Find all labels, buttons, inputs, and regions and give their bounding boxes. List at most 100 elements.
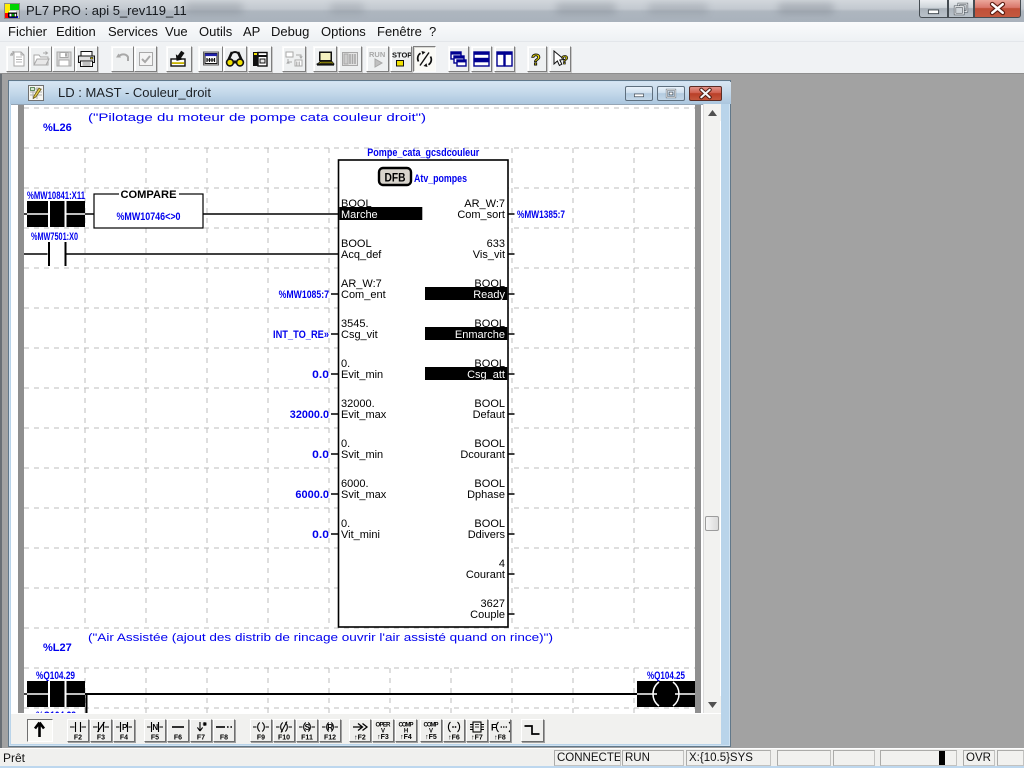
titlebar-blur-artifact <box>778 3 834 14</box>
scroll-down-button[interactable] <box>704 696 721 713</box>
menu-ap[interactable]: AP <box>243 24 260 39</box>
pin-name: Ready <box>473 289 505 301</box>
child-restore-button[interactable] <box>657 86 685 101</box>
palette-vline-button[interactable]: F7 <box>190 719 212 742</box>
toolbar-confirm-edit-button[interactable] <box>166 46 192 72</box>
status-bar: Prêt CONNECTERUNX:{10.5}SYSOVR <box>0 748 1024 766</box>
minimize-button[interactable] <box>919 0 948 18</box>
toolbar-tile-horizontal-button[interactable] <box>471 46 492 72</box>
maximize-button[interactable] <box>948 0 974 18</box>
ladder-canvas[interactable]: %L26("Pilotage du moteur de pompe cata c… <box>11 104 721 713</box>
palette-contact-p-button[interactable]: PF4 <box>113 719 135 742</box>
vertical-scrollbar[interactable] <box>703 104 720 713</box>
palette-contact-n-button[interactable]: NF5 <box>144 719 166 742</box>
validate-icon <box>137 50 155 68</box>
terminal-icon <box>315 50 336 69</box>
toolbar-library-button[interactable] <box>248 46 272 72</box>
toolbar-context-help-button[interactable]: ? <box>549 46 571 72</box>
pin-name: Dphase <box>467 489 505 501</box>
palette-comp-v-button[interactable]: COMPV↑F5 <box>420 719 442 742</box>
menu-services[interactable]: Services <box>108 24 158 39</box>
contact-operand: %MW10841:X11 <box>27 190 85 202</box>
toolbar-help-button[interactable]: ? <box>527 46 547 72</box>
toolbar-search-button[interactable] <box>223 46 247 72</box>
child-window-title: LD : MAST - Couleur_droit <box>58 85 211 100</box>
scroll-up-button[interactable] <box>704 104 721 121</box>
connect-icon <box>414 49 435 69</box>
palette-contact-no-button[interactable]: F2 <box>67 719 89 742</box>
menu-vue[interactable]: Vue <box>165 24 188 39</box>
toolbar-terminal-button[interactable] <box>313 46 337 72</box>
toolbar-connect-button[interactable] <box>413 46 436 72</box>
menu-options[interactable]: Options <box>321 24 366 39</box>
palette-contact-nc-button[interactable]: F3 <box>90 719 112 742</box>
palette-hline-button[interactable]: F6 <box>167 719 189 742</box>
help-icon: ? <box>529 50 545 69</box>
palette-jump-button[interactable]: ↑F2 <box>349 719 371 742</box>
svg-text:?: ? <box>561 53 568 67</box>
window-title: PL7 PRO : api 5_rev119_11 <box>26 3 187 18</box>
child-minimize-button[interactable] <box>625 86 653 101</box>
pin-name: Courant <box>466 569 505 581</box>
menu-fichier[interactable]: Fichier <box>8 24 47 39</box>
input-operand: %MW1085:7 <box>279 289 329 301</box>
child-titlebar[interactable]: LD : MAST - Couleur_droit <box>10 82 731 104</box>
ladder-editor-window[interactable]: LD : MAST - Couleur_droit %L26("Pilot <box>8 80 731 747</box>
titlebar-blur-artifact <box>185 3 243 14</box>
palette-step-link-button[interactable] <box>521 719 544 742</box>
menu-outils[interactable]: Outils <box>199 24 232 39</box>
ladder-section-icon <box>28 85 44 101</box>
menu-fenetre[interactable]: Fenêtre <box>377 24 422 39</box>
palette-select-arrow-button[interactable] <box>27 719 53 742</box>
scrollbar-thumb[interactable] <box>705 516 719 531</box>
palette-coil-not-button[interactable]: F10 <box>273 719 295 742</box>
toolbar-validate-button[interactable] <box>134 46 157 72</box>
dfb-type-name: Atv_pompes <box>414 173 467 185</box>
status-panel-ovr: OVR <box>963 750 995 766</box>
pin-name: Marche <box>341 209 378 221</box>
toolbar-print-button[interactable] <box>75 46 98 72</box>
palette-func-block-button[interactable]: ↑F7 <box>466 719 488 742</box>
select-arrow-icon <box>28 720 51 740</box>
titlebar-blur-artifact <box>648 3 708 14</box>
palette-oper-button[interactable]: OPERV↑F3 <box>372 719 394 742</box>
palette-hline-fill-button[interactable]: F8 <box>213 719 235 742</box>
palette-oper-inline-button[interactable]: ↑F6 <box>443 719 465 742</box>
toolbar-plc-rack-button[interactable] <box>338 46 362 72</box>
svg-text:↑F3: ↑F3 <box>377 734 389 740</box>
pin-name: Evit_min <box>341 369 383 381</box>
toolbar-tile-vertical-button[interactable] <box>494 46 515 72</box>
svg-text:F5: F5 <box>151 735 159 741</box>
palette-coil-button[interactable]: F9 <box>250 719 272 742</box>
toolbar-undo-button[interactable] <box>111 46 134 72</box>
menu-debug[interactable]: Debug <box>271 24 309 39</box>
main-titlebar[interactable]: PL7 PRO : api 5_rev119_11 <box>0 0 1024 22</box>
child-close-button[interactable] <box>689 86 722 101</box>
tile-horizontal-icon <box>472 50 491 68</box>
toolbar-stop-button[interactable]: STOP <box>390 46 412 72</box>
palette-coil-reset-button[interactable]: RF12 <box>319 719 341 742</box>
oper-inline-icon <box>448 722 459 732</box>
svg-text:↑F8: ↑F8 <box>494 735 506 741</box>
pin-name: Acq_def <box>341 249 382 261</box>
toolbar-save-file-button[interactable] <box>52 46 75 72</box>
palette-comp-h-button[interactable]: COMPH↑F4 <box>395 719 417 742</box>
toolbar-new-file-button[interactable] <box>6 46 29 72</box>
close-button[interactable] <box>974 0 1021 18</box>
toolbar-run-button[interactable]: RUN <box>366 46 389 72</box>
toolbar-cascade-windows-button[interactable] <box>448 46 469 72</box>
status-panel-x-10-5-sys: X:{10.5}SYS <box>686 750 771 766</box>
dfb-block[interactable] <box>339 160 509 627</box>
contact-operand: %Q104.29 <box>36 670 75 682</box>
menu-edition[interactable]: Edition <box>56 24 96 39</box>
palette-coil-set-button[interactable]: SF11 <box>296 719 318 742</box>
menu-aide[interactable]: ? <box>429 24 436 39</box>
toolbar-open-file-button[interactable] <box>29 46 52 72</box>
confirm-edit-icon <box>169 50 189 69</box>
palette-func-call-button[interactable]: F↑F8 <box>489 719 511 742</box>
pl7-app-icon[interactable] <box>4 3 20 19</box>
toolbar-transfer-button[interactable] <box>282 46 306 72</box>
svg-text:↑F6: ↑F6 <box>448 735 460 741</box>
rung-label: %L27 <box>43 642 72 654</box>
toolbar-program-browser-button[interactable] <box>198 46 223 72</box>
